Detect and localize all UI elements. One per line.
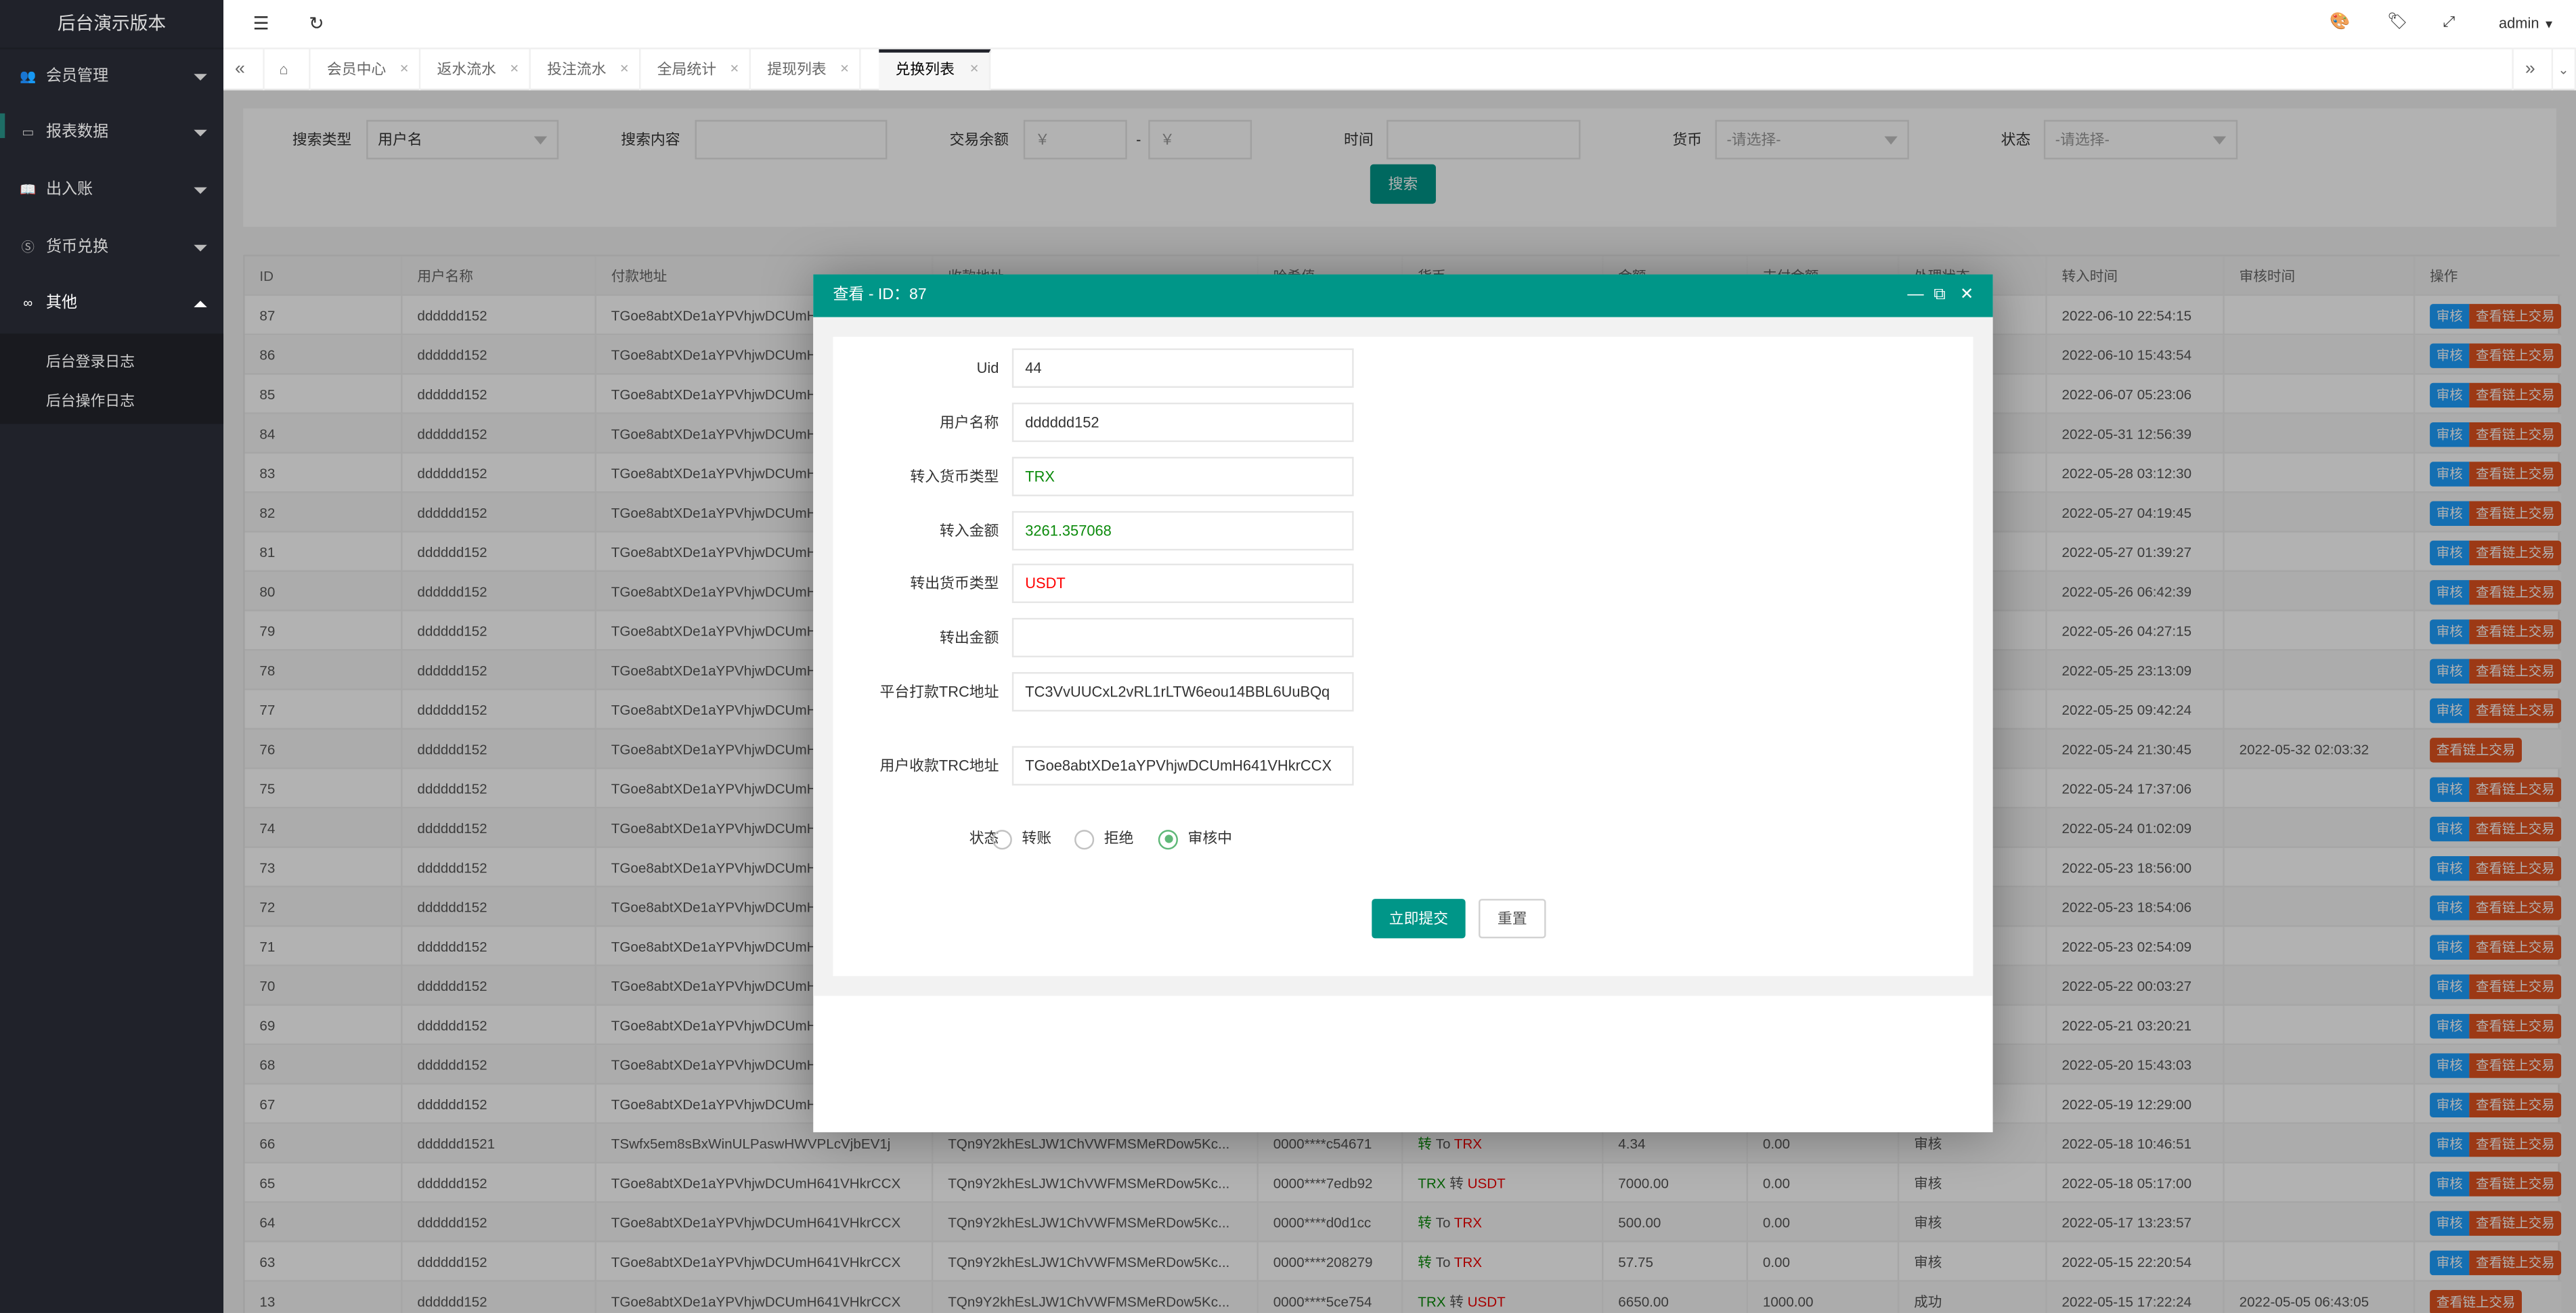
reset-button[interactable]: 重置 [1479,899,1546,939]
chevron-up-icon [194,301,207,308]
radio-circle-icon [992,829,1012,849]
sidebar-item-other[interactable]: ∞ 其他 [0,276,223,332]
close-icon[interactable]: ✕ [969,53,979,87]
view-dialog: 查看 - ID：87 — ⧉ ✕ Uid 44 用户名称 dddddd152 转… [813,274,1993,1132]
in-amount-field[interactable]: 3261.357068 [1011,511,1354,551]
tab-member-center[interactable]: 会员中心 ✕ [311,49,421,91]
status-radio-transfer[interactable]: 转账 [992,826,1051,849]
dialog-title: 查看 - ID：87 [833,286,927,305]
dollar-icon: Ⓢ [21,240,35,255]
tab-withdraw-list[interactable]: 提现列表 ✕ [751,49,861,91]
book-icon: 📖 [20,182,37,198]
tab-label: 全局统计 [657,60,717,78]
radio-label: 审核中 [1187,830,1233,847]
tab-label: 会员中心 [326,60,387,78]
palette-icon[interactable]: 🎨 [2330,13,2350,31]
sidebar-item-label: 报表数据 [45,123,109,141]
chevron-down-icon [194,74,207,81]
user-menu[interactable]: admin ▼ [2499,15,2554,31]
tab-bar: « ⌂ 会员中心 ✕ 返水流水 ✕ 投注流水 ✕ 全局统计 ✕ 提现列表 ✕ 兑换列表 ✕ … [223,49,2576,91]
close-icon[interactable]: ✕ [399,49,409,91]
close-icon[interactable]: ✕ [839,49,849,91]
submenu-other: 后台登录日志 后台操作日志 [0,333,224,424]
in-currency-field[interactable]: TRX [1011,456,1354,497]
username: admin [2499,14,2539,32]
in-currency-label: 转入货币类型 [910,468,999,485]
sidebar-item-label: 出入账 [45,181,93,199]
sidebar-subitem-operation-log[interactable]: 后台操作日志 [46,389,135,411]
in-amount-label: 转入金额 [940,522,999,539]
fullscreen-icon[interactable]: ⤢ [2443,13,2455,31]
close-icon[interactable]: ✕ [730,49,739,91]
dialog-title-bar: 查看 - ID：87 — ⧉ ✕ [813,274,1993,317]
app-logo: 后台演示版本 [0,0,224,49]
maximize-icon[interactable]: ⧉ [1934,274,1945,317]
tab-label: 兑换列表 [895,60,955,78]
home-icon[interactable]: ⌂ [265,49,311,91]
username-field[interactable]: dddddd152 [1011,402,1354,443]
users-icon: 👥 [20,68,37,84]
tab-label: 提现列表 [767,60,827,78]
dialog-body: Uid 44 用户名称 dddddd152 转入货币类型 TRX 转入金额 32… [813,317,1993,996]
tab-bet-flow[interactable]: 投注流水 ✕ [531,49,641,91]
caret-down-icon: ▼ [2543,20,2555,32]
collapse-menu-icon[interactable]: ☰ [253,13,269,35]
tab-global-stats[interactable]: 全局统计 ✕ [640,49,751,91]
sidebar-item-reports[interactable]: ▭ 报表数据 [0,105,223,161]
uid-label: Uid [976,359,999,377]
tabs-scroll-right-icon[interactable]: » [2512,49,2554,91]
radio-selected-icon [1158,829,1178,849]
radio-circle-icon [1074,829,1095,849]
tab-exchange-list[interactable]: 兑换列表 ✕ [879,49,991,91]
chevron-down-icon [194,129,207,137]
radio-label: 转账 [1022,830,1052,847]
sidebar-item-label: 会员管理 [45,67,109,86]
sidebar-item-members[interactable]: 👥 会员管理 [0,49,223,106]
uid-field[interactable]: 44 [1011,348,1354,388]
detail-form: Uid 44 用户名称 dddddd152 转入货币类型 TRX 转入金额 32… [833,336,1973,977]
radio-label: 拒绝 [1104,830,1134,847]
top-header: ☰ ↻ 🎨 🏷 ⤢ admin ▼ [223,0,2576,49]
tab-rebate-flow[interactable]: 返水流水 ✕ [420,49,531,91]
presentation-icon: ▭ [22,125,35,140]
status-radio-reject[interactable]: 拒绝 [1074,826,1133,849]
close-icon[interactable]: ✕ [510,49,519,91]
platform-address-field[interactable]: TC3VvUUCxL2vRL1rLTW6eou14BBL6UuBQq [1011,672,1354,712]
user-address-field[interactable]: TGoe8abtXDe1aYPVhjwDCUmH641VHkrCCX [1011,746,1354,786]
sidebar-item-accounts[interactable]: 📖 出入账 [0,162,223,219]
username-label: 用户名称 [940,414,999,431]
infinity-icon: ∞ [23,296,33,311]
platform-address-label: 平台打款TRC地址 [879,684,999,700]
close-icon[interactable]: ✕ [619,49,629,91]
out-currency-label: 转出货币类型 [910,575,999,592]
chevron-down-icon [194,187,207,194]
sidebar-subitem-login-log[interactable]: 后台登录日志 [46,350,135,372]
chevron-down-icon [194,244,207,252]
out-amount-field[interactable] [1011,617,1354,658]
minimize-icon[interactable]: — [1907,274,1923,317]
close-icon[interactable]: ✕ [1960,274,1973,317]
out-amount-label: 转出金额 [940,629,999,646]
tab-label: 返水流水 [437,60,496,78]
tag-icon[interactable]: 🏷 [2387,13,2408,31]
out-currency-field[interactable]: USDT [1011,563,1354,604]
status-radio-reviewing[interactable]: 审核中 [1158,826,1232,849]
submit-button[interactable]: 立即提交 [1372,899,1466,939]
refresh-icon[interactable]: ↻ [309,13,324,35]
sidebar: 后台演示版本 👥 会员管理 ▭ 报表数据 📖 出入账 Ⓢ 货币兑换 ∞ 其他 后台登录日志… [0,0,224,1313]
sidebar-item-exchange[interactable]: Ⓢ 货币兑换 [0,220,223,276]
tab-label: 投注流水 [547,60,607,78]
sidebar-item-label: 其他 [45,294,78,313]
status-label: 状态 [969,830,999,847]
user-address-label: 用户收款TRC地址 [879,757,999,774]
tabs-scroll-left-icon[interactable]: « [223,49,265,91]
sidebar-item-label: 货币兑换 [45,238,109,257]
tabs-dropdown-icon[interactable]: ⌄ [2553,49,2576,91]
